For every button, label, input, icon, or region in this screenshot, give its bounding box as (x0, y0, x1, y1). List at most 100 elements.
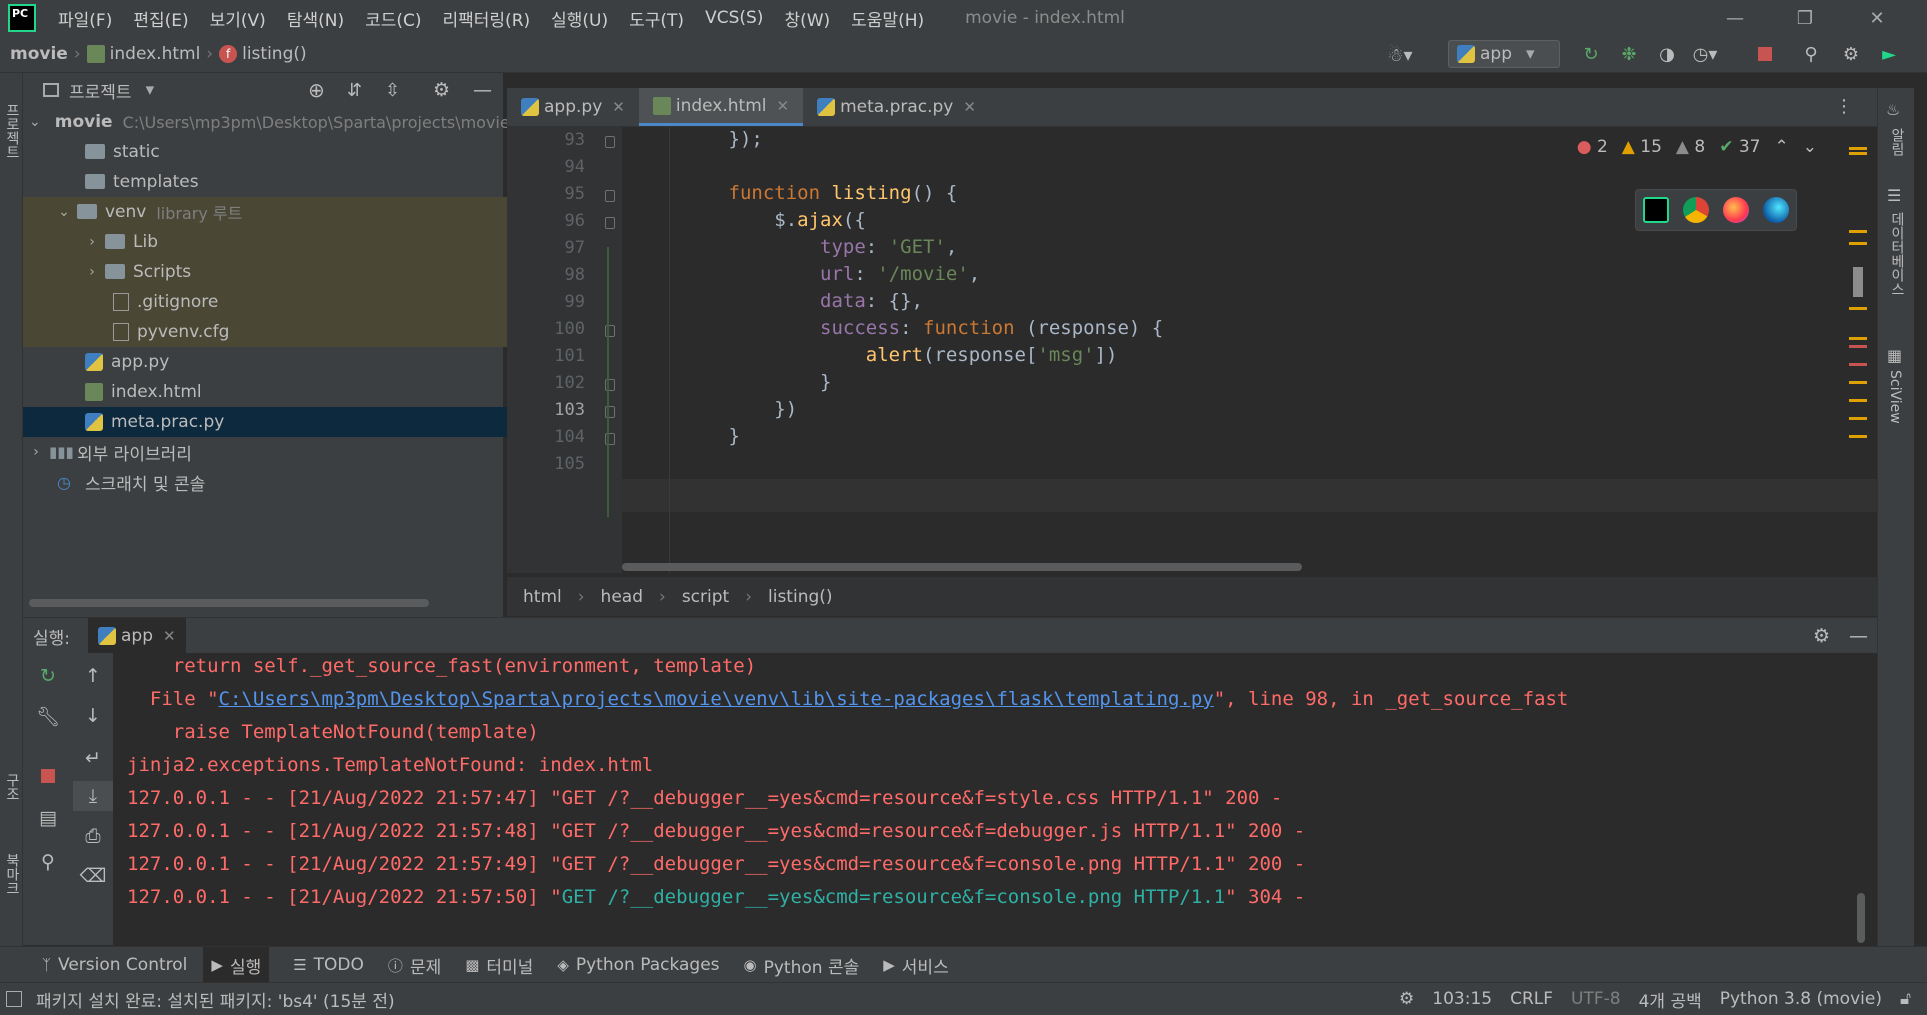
run-console[interactable]: return self._get_source_fast(environment… (113, 653, 1877, 945)
run-tab-app[interactable]: app ✕ (88, 618, 186, 654)
lock-icon[interactable]: 🔓︎ (1900, 989, 1911, 1009)
tab-index-html[interactable]: index.html ✕ (638, 88, 804, 126)
vertical-scrollbar[interactable] (1857, 893, 1865, 943)
status-interpreter[interactable]: Python 3.8 (movie) (1720, 989, 1882, 1009)
tree-item-app-py[interactable]: app.py (23, 347, 565, 377)
tree-item-templates[interactable]: templates (23, 167, 565, 197)
minimize-icon[interactable]: — (1710, 0, 1760, 36)
wrench-icon[interactable]: 🔧︎ (23, 701, 73, 731)
pycharm-browser-icon[interactable] (1643, 197, 1669, 223)
chevron-down-icon[interactable]: ⌄ (1803, 137, 1817, 157)
hide-panel-icon[interactable]: — (473, 79, 492, 101)
menu-view[interactable]: 보기(V) (210, 6, 266, 31)
status-message[interactable]: 패키지 설치 완료: 설치된 패키지: 'bs4' (15분 전) (36, 987, 395, 1012)
menu-vcs[interactable]: VCS(S) (705, 8, 763, 28)
run-config-select[interactable]: app ▾ (1448, 40, 1560, 68)
code-editor[interactable]: 9293949596979899100101102103104105 listi… (507, 127, 1877, 573)
tree-item-meta-prac[interactable]: meta.prac.py (23, 407, 565, 437)
menu-file[interactable]: 파일(F) (58, 6, 112, 31)
inspection-ok[interactable]: ✔ 37 (1719, 137, 1760, 157)
scroll-to-end-icon[interactable]: ⤓ (73, 781, 113, 811)
tree-item-lib[interactable]: › Lib (23, 227, 565, 257)
tree-item-scripts[interactable]: › Scripts (23, 257, 565, 287)
tool-todo[interactable]: ☰ TODO (293, 955, 364, 975)
error-mark[interactable] (1849, 345, 1867, 348)
tree-item-index-html[interactable]: index.html (23, 377, 565, 407)
tree-item-movie[interactable]: ⌄ movie C:\Users\mp3pm\Desktop\Sparta\pr… (23, 107, 510, 137)
stripe-database-button[interactable]: 데이터베이스 (1887, 212, 1907, 296)
breadcrumb-script[interactable]: script (682, 587, 729, 607)
edge-icon[interactable] (1763, 197, 1789, 223)
search-icon[interactable]: ⚲ (1800, 43, 1822, 65)
nav-function[interactable]: f listing() (219, 44, 307, 64)
close-icon[interactable]: ✕ (1852, 0, 1902, 36)
tab-meta-prac-py[interactable]: meta.prac.py ✕ (803, 88, 990, 126)
menu-help[interactable]: 도움말(H) (851, 6, 924, 31)
rerun-icon[interactable]: ↻ (23, 661, 73, 691)
fold-marker-icon[interactable] (605, 190, 615, 202)
tree-item-static[interactable]: static (23, 137, 565, 167)
nav-project[interactable]: movie (10, 44, 68, 64)
fold-marker-icon[interactable] (605, 136, 615, 148)
tool-python-console[interactable]: ◉ Python 콘솔 (744, 953, 860, 978)
scroll-thumb[interactable] (1853, 267, 1863, 297)
breadcrumb-head[interactable]: head (601, 587, 643, 607)
debug-icon[interactable]: ❉ (1618, 43, 1640, 65)
horizontal-scrollbar[interactable] (622, 563, 1302, 571)
status-line-separator[interactable]: CRLF (1510, 989, 1553, 1009)
menu-run[interactable]: 실행(U) (551, 6, 608, 31)
nav-file[interactable]: index.html (86, 44, 200, 64)
warning-mark[interactable] (1849, 307, 1867, 310)
layout-icon[interactable]: ▤ (23, 803, 73, 833)
menu-navigate[interactable]: 탐색(N) (287, 6, 344, 31)
tab-app-py[interactable]: app.py ✕ (507, 88, 639, 126)
tree-item-scratches[interactable]: ◷ 스크래치 및 콘솔 (23, 467, 537, 497)
error-mark[interactable] (1849, 363, 1867, 366)
warning-mark[interactable] (1849, 230, 1867, 233)
stripe-structure-button[interactable]: 구조 (2, 773, 22, 801)
inspection-warnings[interactable]: ▲ 15 (1622, 137, 1662, 157)
locate-icon[interactable]: ⊕ (308, 78, 325, 102)
chevron-down-icon[interactable]: ▾ (146, 80, 155, 100)
stripe-project-button[interactable]: 프로젝트 (2, 103, 22, 159)
profile-icon[interactable]: ◷▾ (1693, 43, 1718, 65)
project-panel-title[interactable]: 프로젝트 (69, 78, 132, 103)
gear-icon[interactable]: ⚙ (1813, 625, 1830, 647)
print-icon[interactable]: ⎙ (73, 821, 113, 851)
warning-mark[interactable] (1849, 399, 1867, 402)
more-tabs-icon[interactable]: ⋮ (1835, 96, 1853, 117)
code-with-me-icon[interactable]: ► (1878, 43, 1900, 65)
menu-edit[interactable]: 편집(E) (133, 6, 188, 31)
collapse-all-icon[interactable]: ⇳ (385, 80, 400, 101)
inspection-widget[interactable]: ● 2 ▲ 15 ▲ 8 ✔ 37 ⌃ ⌄ (1577, 137, 1817, 157)
error-stripe[interactable] (1849, 127, 1869, 573)
rerun-icon[interactable]: ↻ (1580, 43, 1602, 65)
warning-mark[interactable] (1849, 417, 1867, 420)
tool-run[interactable]: ▶ 실행 (203, 947, 270, 983)
close-icon[interactable]: ✕ (963, 98, 976, 116)
warning-mark[interactable] (1849, 242, 1867, 245)
status-encoding[interactable]: UTF-8 (1571, 989, 1621, 1009)
tool-services[interactable]: ▶ 서비스 (883, 953, 948, 978)
bell-icon[interactable]: ♨ (1886, 100, 1900, 119)
stop-icon[interactable] (1754, 43, 1776, 65)
file-link[interactable]: C:\Users\mp3pm\Desktop\Sparta\projects\m… (219, 688, 1214, 710)
menu-window[interactable]: 창(W) (784, 6, 830, 31)
tree-item-external-libraries[interactable]: › ▮▮▮ 외부 라이브러리 (23, 437, 509, 467)
background-tasks-icon[interactable]: ⚙ (1399, 989, 1414, 1009)
menu-refactor[interactable]: 리팩터링(R) (443, 6, 531, 31)
close-icon[interactable]: ✕ (776, 97, 789, 115)
close-icon[interactable]: ✕ (163, 627, 176, 645)
menu-code[interactable]: 코드(C) (365, 6, 421, 31)
trash-icon[interactable]: ⌫ (73, 861, 113, 891)
stripe-sciview-button[interactable]: SciView (1887, 370, 1903, 424)
warning-mark[interactable] (1849, 381, 1867, 384)
panel-toggle-icon[interactable] (6, 991, 22, 1007)
arrow-up-icon[interactable]: ↑ (73, 661, 113, 691)
status-position[interactable]: 103:15 (1432, 989, 1492, 1009)
soft-wrap-icon[interactable]: ↵ (73, 743, 113, 773)
close-icon[interactable]: ✕ (612, 98, 625, 116)
warning-mark[interactable] (1849, 435, 1867, 438)
stop-icon[interactable] (23, 761, 73, 791)
pin-icon[interactable]: ⚲ (23, 847, 73, 877)
